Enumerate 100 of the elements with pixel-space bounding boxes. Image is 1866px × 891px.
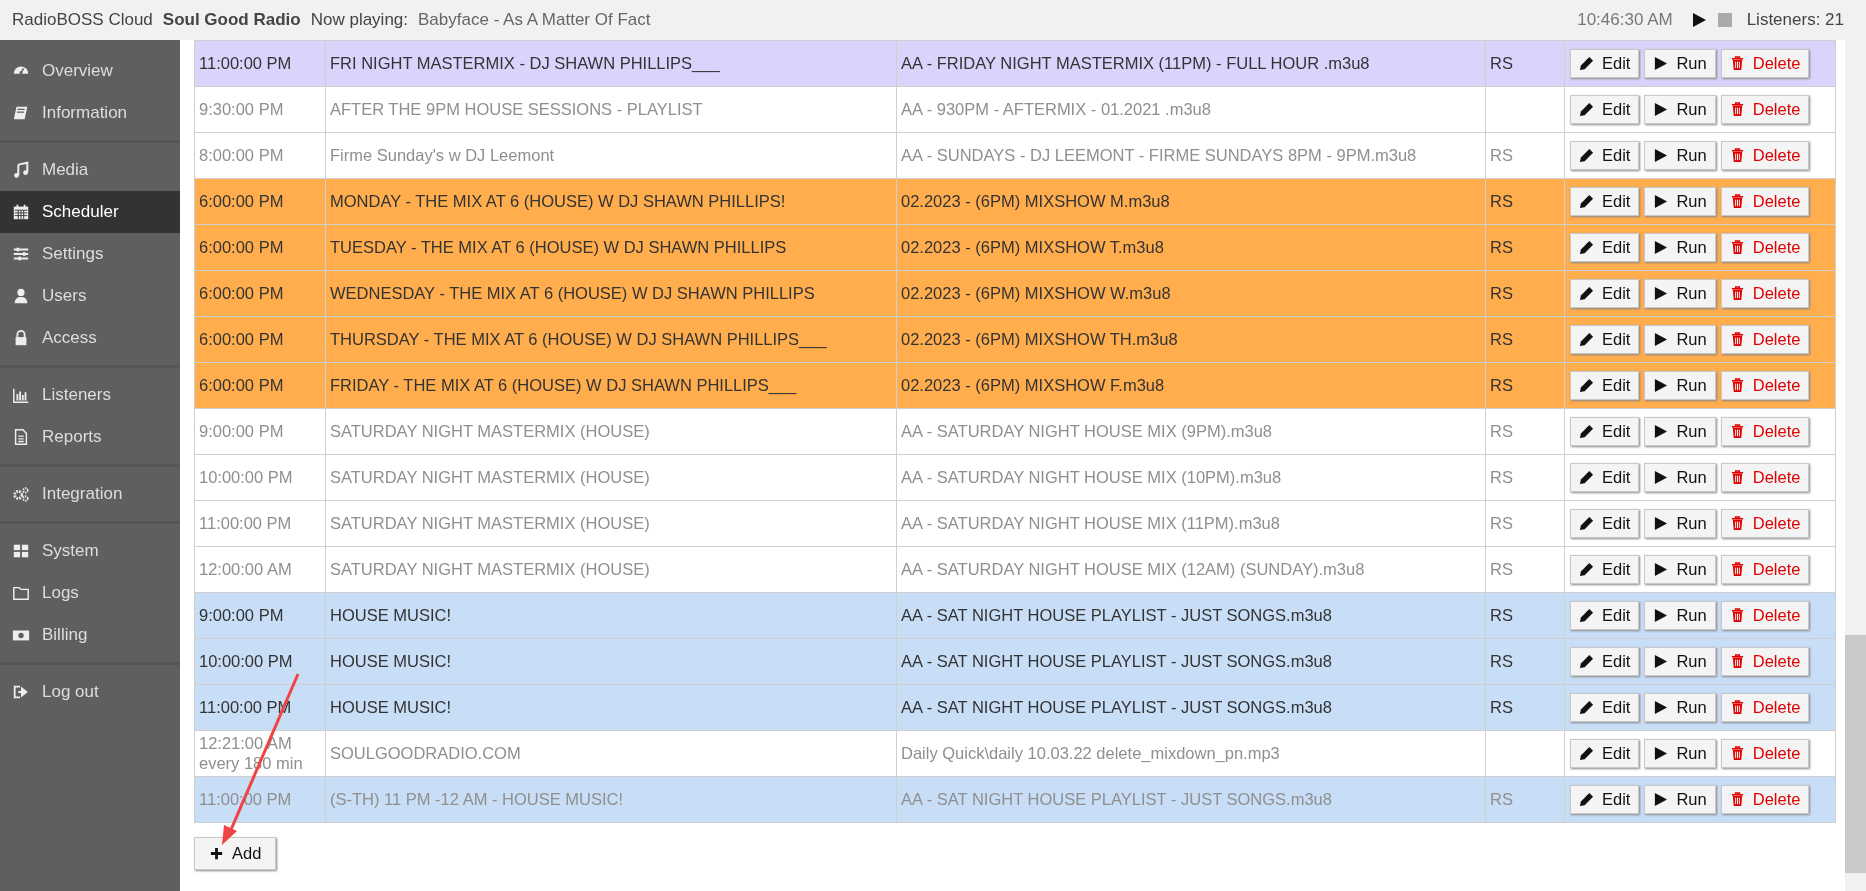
sidebar-item[interactable]: Log out — [0, 671, 180, 713]
schedule-row[interactable]: 9:00:00 PM HOUSE MUSIC! AA - SAT NIGHT HOUSE PLAYLIST - JUST SONGS.m3u8 RS Edit Run Delete — [194, 592, 1836, 639]
schedule-row[interactable]: 6:00:00 PM TUESDAY - THE MIX AT 6 (HOUSE) W DJ SHAWN PHILLIPS 02.2023 - (6PM) MIXSHOW T.m3u8 RS Edit Run Delete — [194, 224, 1836, 271]
sidebar-item[interactable]: Access — [0, 317, 180, 359]
delete-button[interactable]: Delete — [1720, 325, 1810, 354]
sidebar-item[interactable]: System — [0, 530, 180, 572]
delete-button[interactable]: Delete — [1720, 279, 1810, 308]
run-button[interactable]: Run — [1644, 279, 1716, 308]
event-name-cell: SATURDAY NIGHT MASTERMIX (HOUSE) — [325, 500, 897, 547]
play-icon — [1653, 562, 1669, 577]
user-icon — [12, 287, 30, 305]
event-name-cell: THURSDAY - THE MIX AT 6 (HOUSE) W DJ SHAWN PHILLIPS___ — [325, 316, 897, 363]
delete-button[interactable]: Delete — [1720, 233, 1810, 262]
pencil-icon — [1579, 470, 1594, 485]
run-button[interactable]: Run — [1644, 49, 1716, 78]
time-cell: 11:00:00 PM — [194, 40, 326, 87]
run-button[interactable]: Run — [1644, 601, 1716, 630]
sidebar-item[interactable]: Scheduler — [0, 191, 180, 233]
pencil-icon — [1579, 424, 1594, 439]
edit-button[interactable]: Edit — [1570, 49, 1640, 78]
delete-button[interactable]: Delete — [1720, 371, 1810, 400]
delete-button[interactable]: Delete — [1720, 49, 1810, 78]
pencil-icon — [1579, 102, 1594, 117]
file-cell: AA - SATURDAY NIGHT HOUSE MIX (10PM).m3u8 — [896, 454, 1486, 501]
pencil-icon — [1579, 286, 1594, 301]
scrollbar[interactable] — [1845, 40, 1866, 891]
schedule-row[interactable]: 6:00:00 PM FRIDAY - THE MIX AT 6 (HOUSE) W DJ SHAWN PHILLIPS___ 02.2023 - (6PM) MIXSHOW F.m3u8 RS Edit Run Delete — [194, 362, 1836, 409]
sidebar-item[interactable]: Information — [0, 92, 180, 134]
edit-button[interactable]: Edit — [1570, 371, 1640, 400]
event-name-cell: TUESDAY - THE MIX AT 6 (HOUSE) W DJ SHAWN PHILLIPS — [325, 224, 897, 271]
sidebar-label: System — [42, 541, 99, 561]
run-button[interactable]: Run — [1644, 187, 1716, 216]
time-cell: 9:00:00 PM — [194, 592, 326, 639]
sidebar-item[interactable]: Users — [0, 275, 180, 317]
time-cell: 11:00:00 PM — [194, 500, 326, 547]
file-cell: AA - SATURDAY NIGHT HOUSE MIX (11PM).m3u8 — [896, 500, 1486, 547]
sidebar-item[interactable]: Billing — [0, 614, 180, 656]
schedule-row[interactable]: 11:00:00 PM FRI NIGHT MASTERMIX - DJ SHAWN PHILLIPS___ AA - FRIDAY NIGHT MASTERMIX (11PM) - FULL HOUR .m3u8 RS Edit Run Delete — [194, 40, 1836, 87]
schedule-row[interactable]: 6:00:00 PM MONDAY - THE MIX AT 6 (HOUSE) W DJ SHAWN PHILLIPS! 02.2023 - (6PM) MIXSHOW M.m3u8 RS Edit Run Delete — [194, 178, 1836, 225]
time-cell: 6:00:00 PM — [194, 362, 326, 409]
stop-icon[interactable] — [1716, 12, 1733, 28]
edit-button[interactable]: Edit — [1570, 187, 1640, 216]
flag-cell: RS — [1485, 500, 1565, 547]
delete-button[interactable]: Delete — [1720, 647, 1810, 676]
flag-cell: RS — [1485, 776, 1565, 823]
sidebar-label: Listeners — [42, 385, 111, 405]
event-name-cell: HOUSE MUSIC! — [325, 638, 897, 685]
flag-cell: RS — [1485, 546, 1565, 593]
event-name-cell: HOUSE MUSIC! — [325, 592, 897, 639]
file-cell: 02.2023 - (6PM) MIXSHOW TH.m3u8 — [896, 316, 1486, 363]
run-button[interactable]: Run — [1644, 233, 1716, 262]
sidebar-item[interactable]: Logs — [0, 572, 180, 614]
sidebar-label: Settings — [42, 244, 104, 264]
pencil-icon — [1579, 746, 1594, 761]
file-cell: AA - SAT NIGHT HOUSE PLAYLIST - JUST SONGS.m3u8 — [896, 776, 1486, 823]
pencil-icon — [1579, 562, 1594, 577]
file-cell: 02.2023 - (6PM) MIXSHOW F.m3u8 — [896, 362, 1486, 409]
play-icon — [1653, 608, 1669, 623]
play-icon — [1653, 56, 1669, 71]
sidebar-label: Billing — [42, 625, 88, 645]
run-button[interactable]: Run — [1644, 693, 1716, 722]
edit-button[interactable]: Edit — [1570, 601, 1640, 630]
logout-icon — [12, 683, 30, 701]
play-icon[interactable] — [1690, 12, 1707, 28]
time-cell: 8:00:00 PM — [194, 132, 326, 179]
edit-button[interactable]: Edit — [1570, 647, 1640, 676]
sidebar-item[interactable]: Settings — [0, 233, 180, 275]
sidebar-label: Scheduler — [42, 202, 119, 222]
run-button[interactable]: Run — [1644, 371, 1716, 400]
play-icon — [1653, 654, 1669, 669]
schedule-row[interactable]: 6:00:00 PM WEDNESDAY - THE MIX AT 6 (HOUSE) W DJ SHAWN PHILLIPS 02.2023 - (6PM) MIXSHOW W.m3u8 RS Edit Run Delete — [194, 270, 1836, 317]
edit-button[interactable]: Edit — [1570, 233, 1640, 262]
flag-cell: RS — [1485, 684, 1565, 731]
file-cell: 02.2023 - (6PM) MIXSHOW T.m3u8 — [896, 224, 1486, 271]
edit-button[interactable]: Edit — [1570, 693, 1640, 722]
sidebar-item[interactable]: Listeners — [0, 374, 180, 416]
trash-icon — [1729, 286, 1745, 301]
pencil-icon — [1579, 608, 1594, 623]
delete-button[interactable]: Delete — [1720, 601, 1810, 630]
now-playing-track: Babyface - As A Matter Of Fact — [418, 10, 651, 30]
delete-button[interactable]: Delete — [1720, 187, 1810, 216]
sidebar-item[interactable]: Integration — [0, 473, 180, 515]
pencil-icon — [1579, 378, 1594, 393]
event-name-cell: SATURDAY NIGHT MASTERMIX (HOUSE) — [325, 454, 897, 501]
sidebar-item[interactable]: Media — [0, 149, 180, 191]
sidebar-label: Information — [42, 103, 128, 123]
schedule-row[interactable]: 10:00:00 PM HOUSE MUSIC! AA - SAT NIGHT HOUSE PLAYLIST - JUST SONGS.m3u8 RS Edit Run Delete — [194, 638, 1836, 685]
run-button[interactable]: Run — [1644, 325, 1716, 354]
time-cell: 12:00:00 AM — [194, 546, 326, 593]
edit-button[interactable]: Edit — [1570, 279, 1640, 308]
edit-button[interactable]: Edit — [1570, 325, 1640, 354]
play-icon — [1653, 378, 1669, 393]
schedule-row[interactable]: 6:00:00 PM THURSDAY - THE MIX AT 6 (HOUSE) W DJ SHAWN PHILLIPS___ 02.2023 - (6PM) MIXSHOW TH.m3u8 RS Edit Run Delete — [194, 316, 1836, 363]
delete-button[interactable]: Delete — [1720, 693, 1810, 722]
add-button[interactable]: Add — [194, 837, 277, 870]
run-button[interactable]: Run — [1644, 647, 1716, 676]
flag-cell: RS — [1485, 408, 1565, 455]
sidebar-item[interactable]: Reports — [0, 416, 180, 458]
event-name-cell: Firme Sunday's w DJ Leemont — [325, 132, 897, 179]
sidebar-item[interactable]: Overview — [0, 50, 180, 92]
